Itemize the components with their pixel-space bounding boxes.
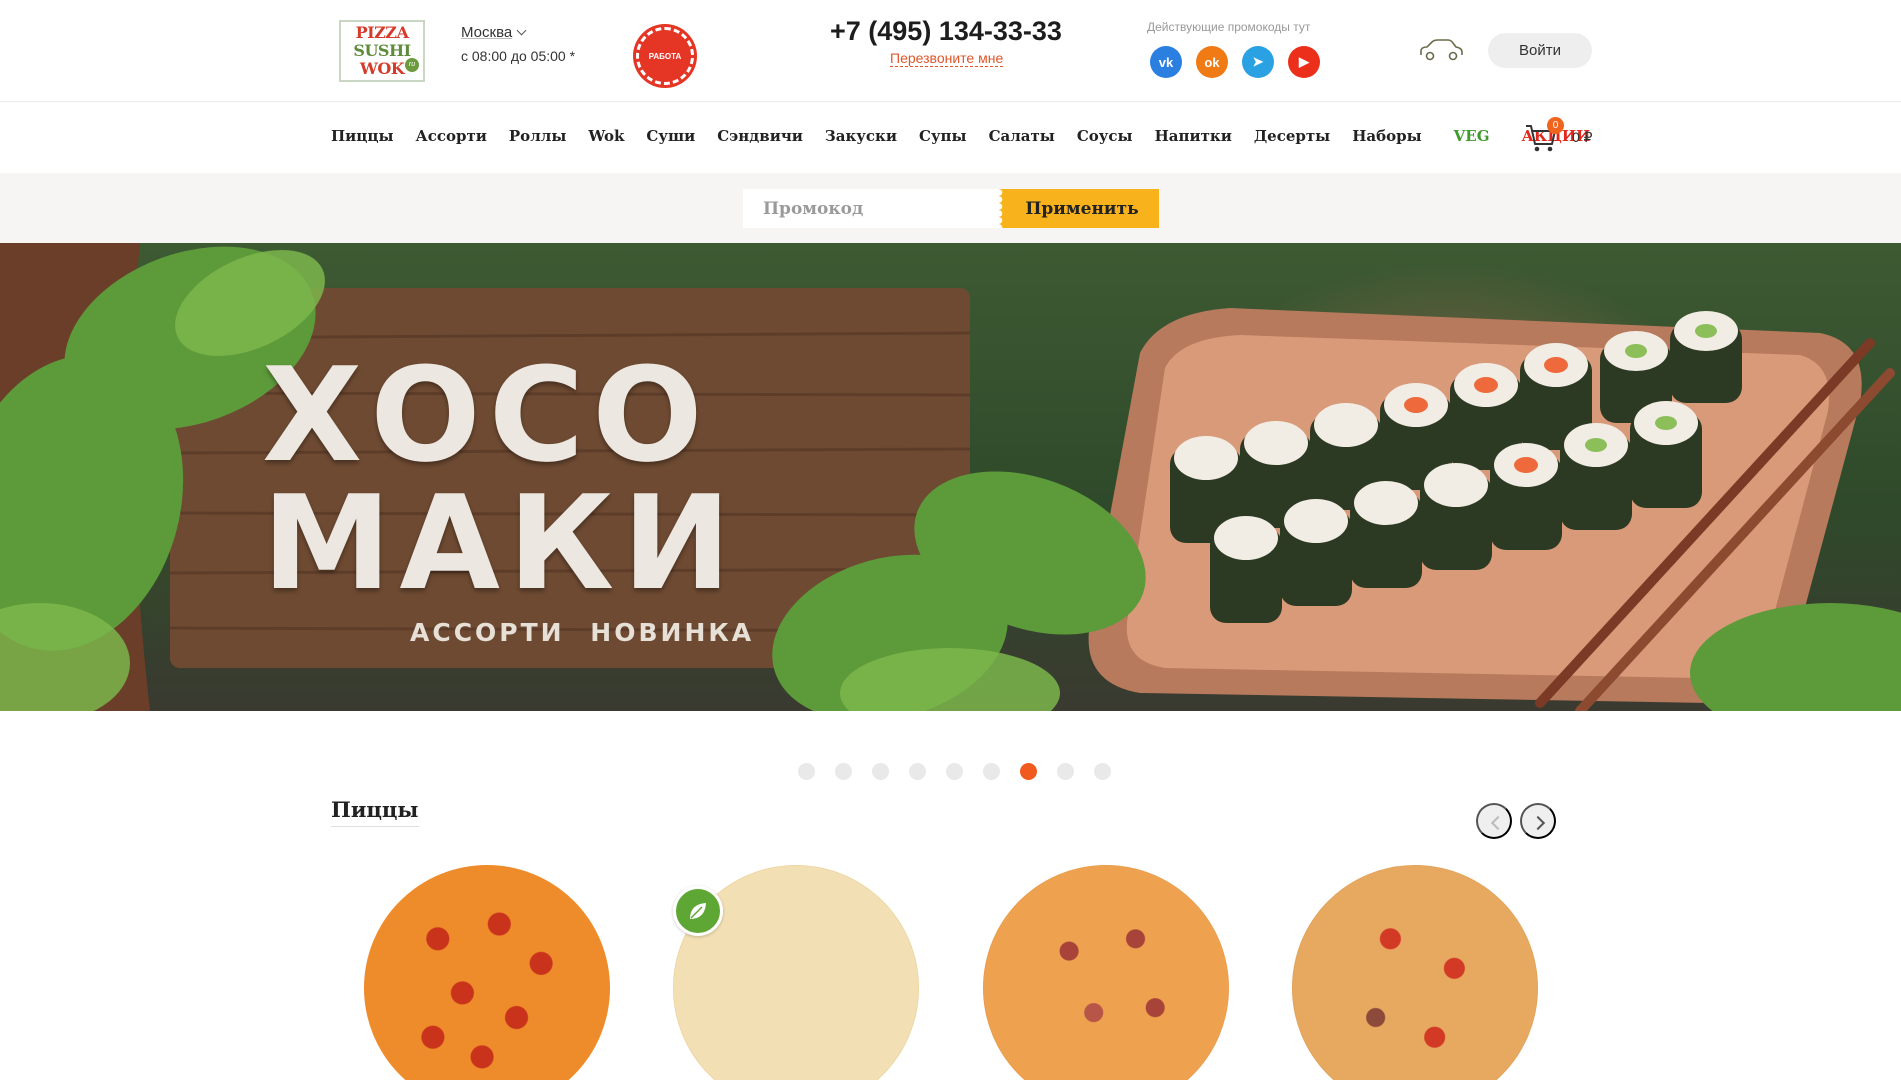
work-status-badge: РАБОТА [636,27,694,85]
main-navigation: Пиццы Ассорти Роллы Wok Суши Сэндвичи За… [0,103,1901,173]
nav-menu: Пиццы Ассорти Роллы Wok Суши Сэндвичи За… [331,127,1590,145]
promo-code-bar: Применить [0,173,1901,243]
hero-title-line1: ХОСО [262,339,711,491]
telegram-icon[interactable]: ➤ [1242,46,1274,78]
slider-dot[interactable] [909,763,926,780]
nav-item-assorti[interactable]: Ассорти [416,127,487,145]
city-selector[interactable]: Москва [461,24,527,41]
pizza-image[interactable] [1292,865,1538,1080]
nav-item-soups[interactable]: Супы [919,127,967,145]
social-links: vk ok ➤ ▶ [1150,46,1320,78]
logo-line2: SUSHI [353,41,411,60]
logo-line1: PIZZA [355,23,409,42]
nav-item-sushi[interactable]: Суши [646,127,695,145]
slider-dot[interactable] [835,763,852,780]
hero-banner[interactable]: ХОСО МАКИ АССОРТИ НОВИНКА [0,243,1901,711]
login-button[interactable]: Войти [1488,33,1592,68]
veg-leaf-icon [673,886,723,936]
slider-dot[interactable] [983,763,1000,780]
nav-item-snacks[interactable]: Закуски [825,127,897,145]
odnoklassniki-icon[interactable]: ok [1196,46,1228,78]
work-status-label: РАБОТА [648,51,682,61]
nav-item-rolls[interactable]: Роллы [509,127,566,145]
slider-dot[interactable] [1020,763,1037,780]
slider-dot[interactable] [946,763,963,780]
vk-icon[interactable]: vk [1150,46,1182,78]
apply-promo-button[interactable]: Применить [999,189,1159,228]
promo-code-input[interactable] [743,189,1005,228]
chevron-right-icon [1530,815,1546,831]
carousel-prev-button[interactable] [1476,803,1512,839]
youtube-icon[interactable]: ▶ [1288,46,1320,78]
slider-dot[interactable] [798,763,815,780]
logo-line3: WOK [359,59,405,78]
slider-pagination [798,763,1111,780]
nav-item-wok[interactable]: Wok [588,127,624,145]
hero-title: ХОСО МАКИ [262,339,740,619]
hero-subtitle: АССОРТИ НОВИНКА [410,618,755,647]
slider-dot[interactable] [1057,763,1074,780]
chevron-down-icon [516,25,527,36]
promo-hint: Действующие промокоды тут [1147,20,1311,34]
nav-item-sets[interactable]: Наборы [1352,127,1421,145]
carousel-next-button[interactable] [1520,803,1556,839]
phone-number[interactable]: +7 (495) 134-33-33 [830,16,1062,47]
section-title: Пиццы [331,797,419,827]
pizza-image[interactable] [364,865,610,1080]
slider-dot[interactable] [1094,763,1111,780]
nav-item-sandwiches[interactable]: Сэндвичи [717,127,803,145]
pizza-image[interactable] [983,865,1229,1080]
top-header: PIZZA SUSHI WOK ru Москва с 08:00 до 05:… [0,0,1901,102]
cart-count-badge: 0 [1547,117,1564,134]
nav-item-desserts[interactable]: Десерты [1254,127,1330,145]
city-name: Москва [461,24,513,41]
callback-link[interactable]: Перезвоните мне [890,50,1004,67]
nav-item-drinks[interactable]: Напитки [1155,127,1232,145]
chevron-left-icon [1490,815,1506,831]
delivery-car-icon[interactable] [1418,38,1464,62]
nav-item-pizza[interactable]: Пиццы [331,127,394,145]
nav-item-veg[interactable]: VEG [1454,127,1490,145]
site-logo[interactable]: PIZZA SUSHI WOK ru [339,20,425,82]
nav-item-salads[interactable]: Салаты [989,127,1055,145]
slider-dot[interactable] [872,763,889,780]
working-hours: с 08:00 до 05:00 * [461,48,576,64]
hero-title-line2: МАКИ [262,467,740,619]
cart-total[interactable]: 0 ₽ [1572,129,1593,146]
nav-item-sauces[interactable]: Соусы [1077,127,1133,145]
logo-suffix: ru [405,58,419,72]
